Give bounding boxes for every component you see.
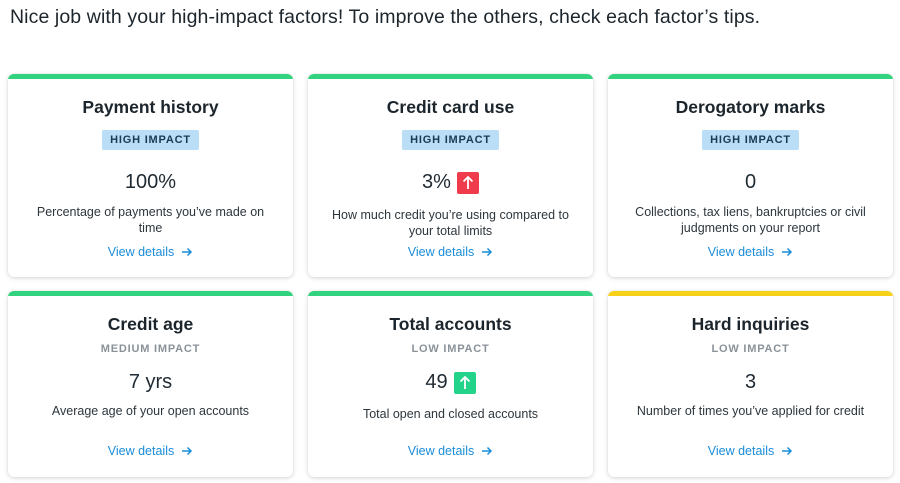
impact-label: LOW IMPACT — [411, 343, 490, 355]
arrow-right-icon — [782, 446, 793, 456]
impact-color-bar — [608, 291, 893, 296]
view-details-link[interactable]: View details — [608, 444, 893, 458]
factor-title: Derogatory marks — [675, 97, 826, 117]
factor-description: How much credit you’re using compared to… — [332, 208, 569, 238]
factor-value: 49 — [308, 371, 593, 394]
view-details-link[interactable]: View details — [8, 444, 293, 458]
arrow-right-icon — [182, 446, 193, 456]
up-green-arrow-icon — [453, 371, 476, 394]
factor-description: Number of times you’ve applied for credi… — [636, 404, 865, 418]
impact-color-bar — [308, 74, 593, 79]
arrow-right-icon — [182, 247, 193, 257]
factor-card-credit-age[interactable]: Credit age MEDIUM IMPACT 7 yrs Average a… — [8, 291, 293, 477]
factor-card-hard-inquiries[interactable]: Hard inquiries LOW IMPACT 3 Number of ti… — [608, 291, 893, 477]
arrow-right-icon — [482, 446, 493, 456]
impact-color-bar — [308, 291, 593, 296]
view-details-link[interactable]: View details — [308, 444, 593, 458]
factor-card-total-accounts[interactable]: Total accounts LOW IMPACT 49 Total open … — [308, 291, 593, 477]
impact-badge: HIGH IMPACT — [308, 130, 593, 150]
view-details-link[interactable]: View details — [8, 245, 293, 259]
factor-value: 7 yrs — [128, 371, 173, 393]
factor-value: 3 — [744, 371, 757, 393]
page-headline: Nice job with your high-impact factors! … — [10, 6, 761, 28]
factor-value: 3% — [308, 171, 593, 194]
factor-value: 0 — [744, 171, 757, 193]
arrow-right-icon — [782, 247, 793, 257]
impact-color-bar — [608, 74, 893, 79]
factor-card-credit-card-use[interactable]: Credit card use HIGH IMPACT 3% How much … — [308, 74, 593, 277]
factor-description: Average age of your open accounts — [51, 404, 250, 418]
impact-badge: HIGH IMPACT — [608, 130, 893, 150]
factor-card-derogatory-marks[interactable]: Derogatory marks HIGH IMPACT 0 Collectio… — [608, 74, 893, 277]
factor-title: Credit card use — [386, 97, 515, 117]
factor-title: Payment history — [82, 97, 219, 117]
impact-label: MEDIUM IMPACT — [100, 343, 201, 355]
impact-color-bar — [8, 291, 293, 296]
arrow-right-icon — [482, 247, 493, 257]
view-details-link[interactable]: View details — [308, 245, 593, 259]
factor-value: 100% — [124, 171, 177, 193]
impact-badge: HIGH IMPACT — [8, 130, 293, 150]
factor-title: Total accounts — [389, 314, 512, 334]
factor-description: Total open and closed accounts — [362, 407, 539, 421]
impact-color-bar — [8, 74, 293, 79]
view-details-link[interactable]: View details — [608, 245, 893, 259]
factor-card-payment-history[interactable]: Payment history HIGH IMPACT 100% Percent… — [8, 74, 293, 277]
factor-description: Percentage of payments you’ve made on ti… — [36, 205, 265, 235]
factor-description: Collections, tax liens, bankruptcies or … — [635, 205, 866, 235]
factor-title: Hard inquiries — [691, 314, 810, 334]
impact-label: LOW IMPACT — [711, 343, 790, 355]
up-red-arrow-icon — [456, 171, 479, 194]
factor-title: Credit age — [107, 314, 194, 334]
